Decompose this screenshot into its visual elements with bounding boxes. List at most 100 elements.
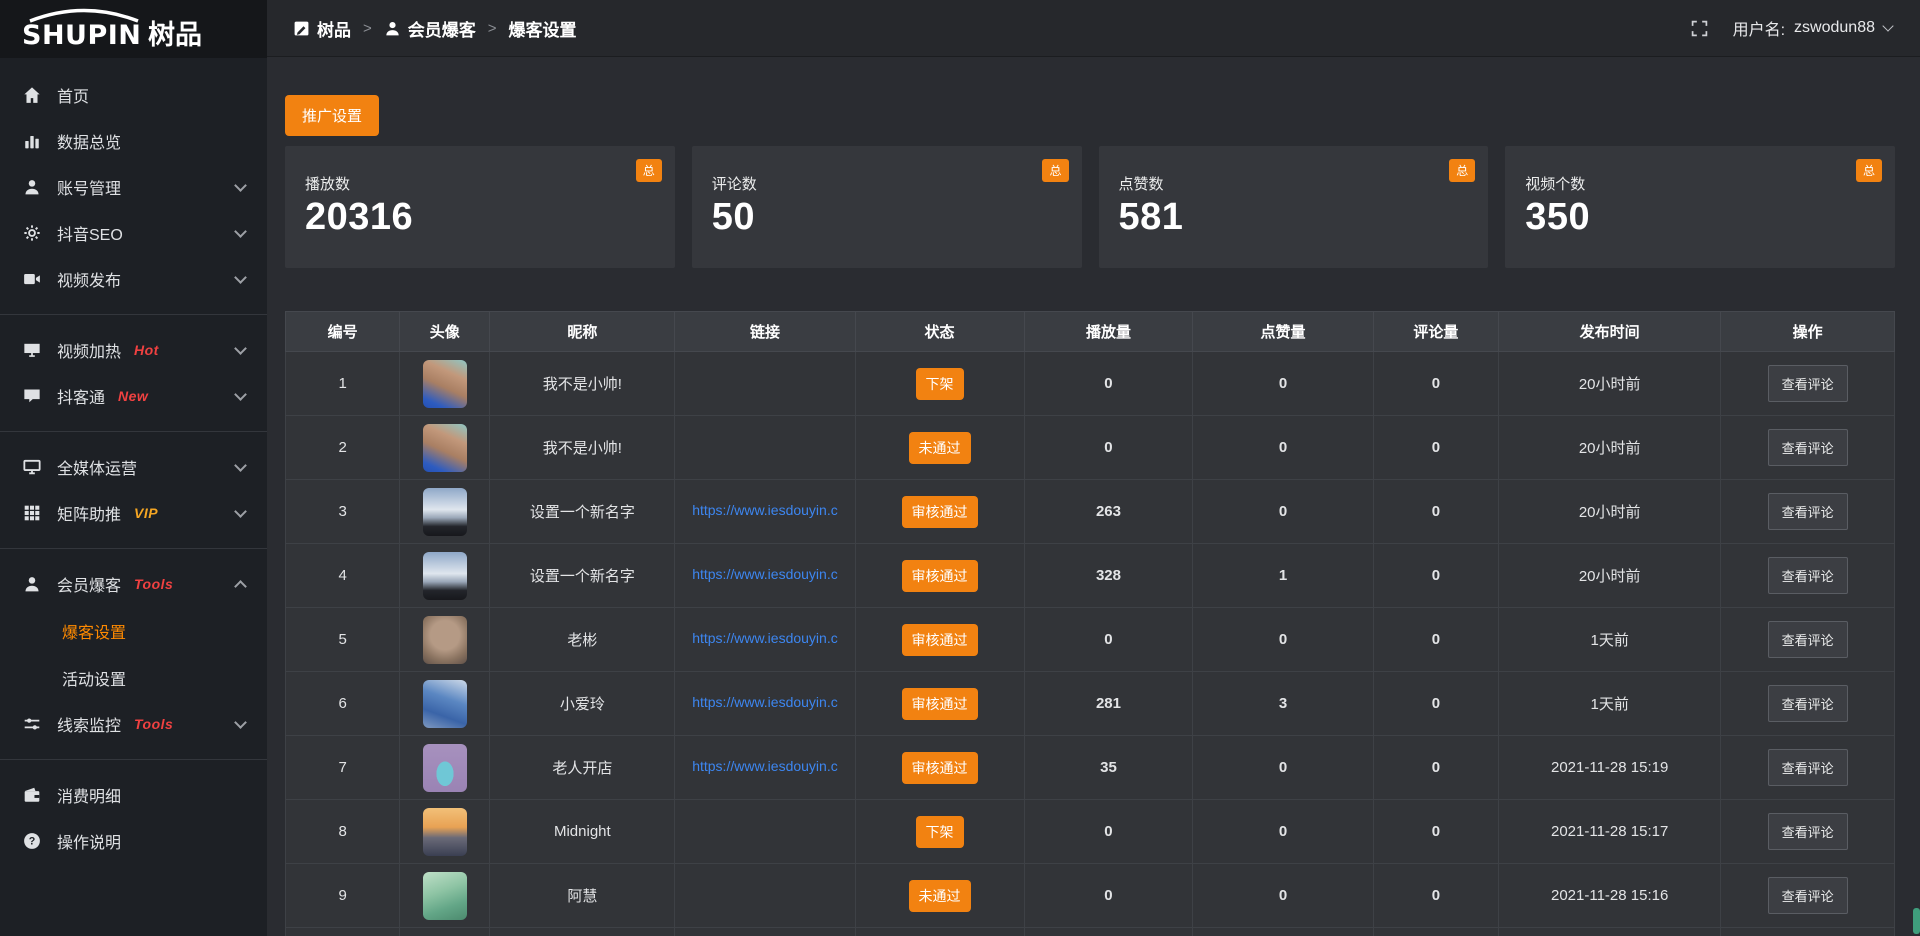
chevron-down-icon — [234, 505, 247, 518]
video-link[interactable]: https://www.iesdouyin.c — [692, 694, 838, 710]
sidebar-item-label: 全媒体运营 — [57, 455, 137, 479]
sidebar-item-overview[interactable]: 数据总览 — [0, 118, 267, 164]
sidebar-item-label: 首页 — [57, 83, 89, 107]
column-header: 状态 — [855, 312, 1024, 352]
view-comments-button[interactable]: 查看评论 — [1768, 429, 1848, 466]
sidebar-item-clue[interactable]: 线索监控 Tools — [0, 701, 267, 747]
cell-action — [1721, 928, 1895, 936]
sidebar-item-label: 线索监控 — [57, 712, 121, 736]
cell-link: https://www.iesdouyin.c — [675, 736, 855, 800]
sidebar-subitem-activity-settings[interactable]: 活动设置 — [0, 654, 267, 701]
cell-likes — [1193, 928, 1373, 936]
video-icon — [22, 269, 42, 289]
cell-avatar — [400, 736, 490, 800]
breadcrumb-label: 会员爆客 — [408, 16, 476, 41]
sidebar-item-douketong[interactable]: 抖客通 New — [0, 373, 267, 419]
view-comments-button[interactable]: 查看评论 — [1768, 685, 1848, 722]
user-menu[interactable]: 用户名: zswodun88 — [1691, 16, 1892, 40]
cell-plays: 281 — [1024, 672, 1193, 736]
avatar — [423, 744, 467, 792]
cell-publish-time: 20小时前 — [1499, 544, 1721, 608]
promo-settings-button[interactable]: 推广设置 — [285, 95, 379, 136]
sidebar-item-manual[interactable]: ? 操作说明 — [0, 818, 267, 864]
status-badge: 审核通过 — [902, 752, 978, 784]
table-row: 9 阿慧 未通过 0 0 0 2021-11-28 15:16 查看评论 — [286, 864, 1895, 928]
cell-likes: 0 — [1193, 352, 1373, 416]
cell-publish-time: 1天前 — [1499, 608, 1721, 672]
status-badge: 下架 — [916, 816, 964, 848]
sidebar-item-douyin-seo[interactable]: 抖音SEO — [0, 210, 267, 256]
stat-value: 350 — [1525, 196, 1875, 239]
home-icon — [22, 85, 42, 105]
view-comments-button[interactable]: 查看评论 — [1768, 557, 1848, 594]
grid-icon — [22, 503, 42, 523]
breadcrumb-separator: > — [488, 20, 497, 37]
cell-comments: 0 — [1373, 480, 1499, 544]
cell-avatar — [400, 608, 490, 672]
sidebar-item-home[interactable]: 首页 — [0, 72, 267, 118]
video-link[interactable]: https://www.iesdouyin.c — [692, 566, 838, 582]
cell-comments: 0 — [1373, 864, 1499, 928]
cell-avatar — [400, 800, 490, 864]
status-badge: 审核通过 — [902, 560, 978, 592]
brand-logo-en: SHUPIN — [22, 20, 141, 50]
table-row: 2 我不是小帅! 未通过 0 0 0 20小时前 查看评论 — [286, 416, 1895, 480]
cell-link: https://www.iesdouyin.c — [675, 544, 855, 608]
sidebar-subitem-baoke-settings[interactable]: 爆客设置 — [0, 607, 267, 654]
cell-link: https://www.iesdouyin.c — [675, 608, 855, 672]
gear-icon — [22, 223, 42, 243]
avatar — [423, 616, 467, 664]
cell-plays — [1024, 928, 1193, 936]
breadcrumb-item-member[interactable]: 会员爆客 — [384, 16, 476, 41]
view-comments-button[interactable]: 查看评论 — [1768, 621, 1848, 658]
cell-link — [675, 800, 855, 864]
table-row: 5 老彬 https://www.iesdouyin.c 审核通过 0 0 0 … — [286, 608, 1895, 672]
avatar — [423, 360, 467, 408]
cell-comments: 0 — [1373, 352, 1499, 416]
chevron-down-icon — [234, 716, 247, 729]
sidebar-item-member[interactable]: 会员爆客 Tools — [0, 561, 267, 607]
sidebar-item-badge: Hot — [134, 342, 159, 358]
content: 推广设置 总 播放数 20316 总 评论数 50 总 点赞数 581 总 视频… — [267, 57, 1920, 936]
breadcrumb: 树品 > 会员爆客 > 爆客设置 — [293, 16, 577, 41]
column-header: 头像 — [400, 312, 490, 352]
sidebar-item-matrix[interactable]: 矩阵助推 VIP — [0, 490, 267, 536]
sidebar-item-account[interactable]: 账号管理 — [0, 164, 267, 210]
scrollbar-thumb[interactable] — [1913, 908, 1920, 934]
sidebar-item-media[interactable]: 全媒体运营 — [0, 444, 267, 490]
sidebar-menu: 首页 数据总览 账号管理 抖音SEO 视频发布 视频加热 Hot 抖客通 New… — [0, 58, 267, 864]
wallet-icon — [22, 785, 42, 805]
view-comments-button[interactable]: 查看评论 — [1768, 493, 1848, 530]
sidebar-item-publish[interactable]: 视频发布 — [0, 256, 267, 302]
view-comments-button[interactable]: 查看评论 — [1768, 365, 1848, 402]
bar-chart-icon — [22, 131, 42, 151]
sliders-icon — [22, 714, 42, 734]
table-row: 6 小爱玲 https://www.iesdouyin.c 审核通过 281 3… — [286, 672, 1895, 736]
sidebar-item-expense[interactable]: 消费明细 — [0, 772, 267, 818]
cell-nickname: 设置一个新名字 — [490, 544, 675, 608]
sidebar-divider — [0, 314, 267, 315]
view-comments-button[interactable]: 查看评论 — [1768, 877, 1848, 914]
cell-publish-time: 20小时前 — [1499, 352, 1721, 416]
sidebar-item-heat[interactable]: 视频加热 Hot — [0, 327, 267, 373]
fullscreen-icon[interactable] — [1691, 20, 1708, 37]
cell-status: 审核通过 — [855, 544, 1024, 608]
stat-value: 50 — [712, 196, 1062, 239]
chevron-down-icon — [1882, 20, 1893, 31]
cell-publish-time: 2021-11-28 15:16 — [1499, 864, 1721, 928]
total-badge: 总 — [1042, 159, 1068, 182]
video-link[interactable]: https://www.iesdouyin.c — [692, 630, 838, 646]
sidebar-item-badge: Tools — [134, 576, 173, 592]
column-header: 编号 — [286, 312, 400, 352]
table-row: 3 设置一个新名字 https://www.iesdouyin.c 审核通过 2… — [286, 480, 1895, 544]
breadcrumb-item-current[interactable]: 爆客设置 — [509, 16, 577, 41]
member-icon — [22, 574, 42, 594]
breadcrumb-item-brand[interactable]: 树品 — [293, 16, 351, 41]
cell-action: 查看评论 — [1721, 480, 1895, 544]
cell-plays: 328 — [1024, 544, 1193, 608]
view-comments-button[interactable]: 查看评论 — [1768, 749, 1848, 786]
video-link[interactable]: https://www.iesdouyin.c — [692, 758, 838, 774]
status-badge: 审核通过 — [902, 496, 978, 528]
view-comments-button[interactable]: 查看评论 — [1768, 813, 1848, 850]
video-link[interactable]: https://www.iesdouyin.c — [692, 502, 838, 518]
